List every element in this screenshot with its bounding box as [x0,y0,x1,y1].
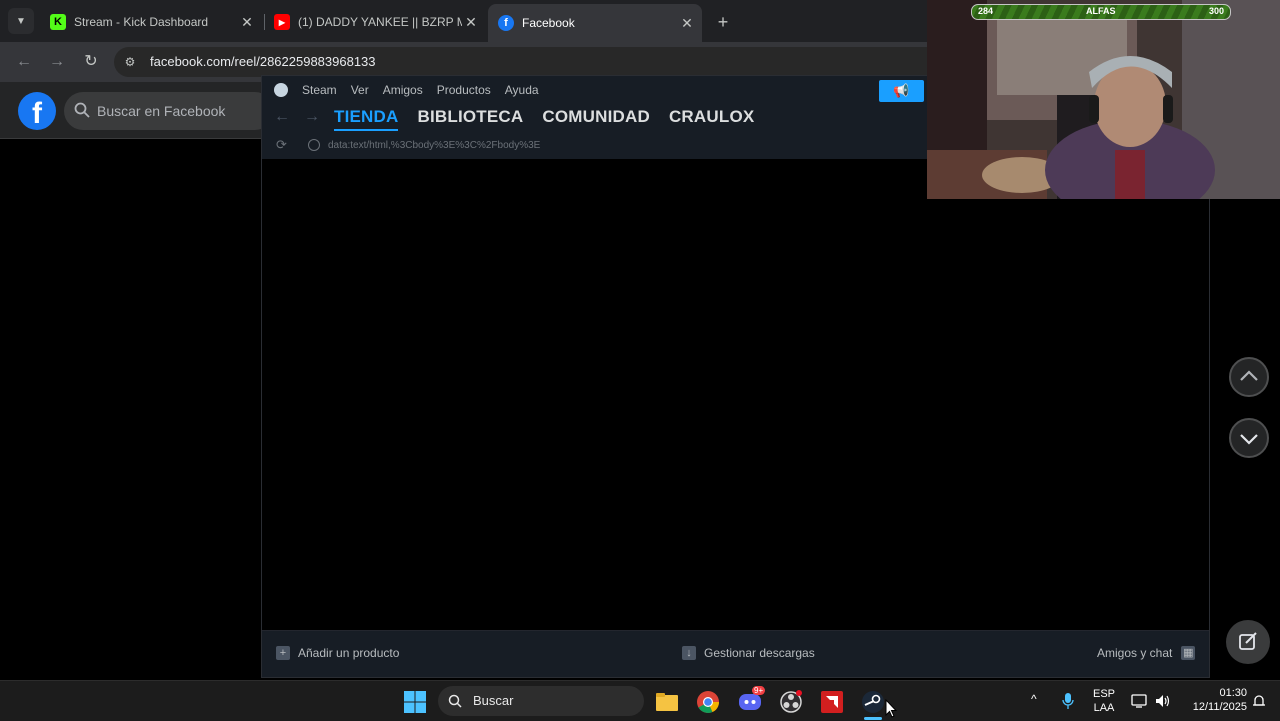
obs-icon[interactable] [779,690,803,714]
close-tab-icon[interactable]: ✕ [678,15,696,32]
network-icon[interactable] [1131,693,1147,709]
tab-tienda[interactable]: TIENDA [334,107,399,131]
webcam-feed-image [927,0,1280,199]
chrome-icon[interactable] [696,690,720,714]
facebook-logo-icon[interactable]: f [18,92,56,130]
bar-label: ALFAS [1086,6,1116,16]
youtube-icon: ▶ [274,14,290,30]
menu-ayuda[interactable]: Ayuda [505,83,539,97]
plus-icon: + [276,646,290,660]
taskbar-search[interactable]: Buscar [438,686,644,716]
tab-label: Facebook [522,16,575,30]
menu-ver[interactable]: Ver [351,83,369,97]
next-reel-button[interactable] [1229,418,1269,458]
friends-chat-button[interactable]: Amigos y chat ▦ [1097,646,1196,660]
site-settings-icon[interactable]: ⚙ [122,54,138,70]
menu-steam[interactable]: Steam [302,83,337,97]
windows-start-icon[interactable] [403,690,427,714]
announcement-button[interactable]: 📢 [879,80,924,102]
keyboard-layout: LAA [1093,702,1115,714]
steam-menu-bar: Steam Ver Amigos Productos Ayuda [274,83,553,97]
friends-chat-label: Amigos y chat [1097,646,1173,660]
search-placeholder: Buscar en Facebook [97,103,226,119]
address-url[interactable]: facebook.com/reel/2862259883968133 [150,54,376,69]
megaphone-icon: 📢 [893,83,910,98]
kick-icon: K [50,14,66,30]
menu-amigos[interactable]: Amigos [383,83,423,97]
steam-logo-icon [274,83,288,97]
language-indicator[interactable]: ESP LAA [1090,688,1118,714]
tab-profile[interactable]: CRAULOX [669,107,754,127]
notifications-icon[interactable] [1251,693,1267,709]
steam-forward-icon[interactable]: → [304,108,326,126]
steam-back-icon[interactable]: ← [274,108,296,126]
bar-right-value: 300 [1208,6,1224,16]
reload-icon[interactable]: ↻ [81,52,101,72]
file-explorer-icon[interactable] [655,690,679,714]
bar-left-value: 284 [978,6,994,16]
clock-time: 01:30 [1219,687,1247,699]
tab-youtube[interactable]: ▶ (1) DADDY YANKEE || BZRP Music Session… [264,6,486,38]
language-code: ESP [1092,688,1115,700]
taskbar-search-label: Buscar [473,693,514,708]
search-icon [448,694,462,708]
steam-url-row: ⟳ data:text/html,%3Cbody%3E%3C%2Fbody%3E [276,137,540,153]
clock-date: 12/11/2025 [1192,701,1247,713]
mouse-cursor-icon [885,699,897,718]
steam-address[interactable]: data:text/html,%3Cbody%3E%3C%2Fbody%3E [328,140,540,151]
chevron-up-icon [1240,370,1258,381]
steam-nav: ← → TIENDA BIBLIOTECA COMUNIDAD CRAULOX [274,107,773,131]
tab-facebook[interactable]: f Facebook ✕ [488,4,702,42]
facebook-icon: f [498,15,514,31]
forward-icon[interactable]: → [47,52,67,72]
edit-icon [1239,632,1257,650]
clock[interactable]: 01:30 12/11/2025 [1183,687,1247,713]
close-tab-icon[interactable]: ✕ [238,14,256,31]
menu-productos[interactable]: Productos [437,83,491,97]
tab-label: (1) DADDY YANKEE || BZRP Music Sessions … [298,15,462,29]
webcam-overlay: 284 ALFAS 300 [927,0,1280,199]
tray-overflow-icon[interactable]: ^ [1031,692,1037,706]
add-product-button[interactable]: + Añadir un producto [276,646,399,660]
volume-icon[interactable] [1154,693,1170,709]
manage-downloads-label: Gestionar descargas [704,646,815,660]
microphone-icon[interactable] [1062,692,1074,710]
friends-icon: ▦ [1181,646,1196,660]
manage-downloads-button[interactable]: ↓ Gestionar descargas [682,646,815,660]
search-icon [74,102,90,118]
steam-icon[interactable] [861,690,885,714]
tab-label: Stream - Kick Dashboard [74,15,209,29]
steam-footer: + Añadir un producto ↓ Gestionar descarg… [262,630,1209,677]
tab-kick-dashboard[interactable]: K Stream - Kick Dashboard ✕ [40,6,262,38]
new-tab-icon[interactable]: + [712,11,734,33]
amd-software-icon[interactable] [820,690,844,714]
download-icon: ↓ [682,646,696,660]
overlay-progress-bar: 284 ALFAS 300 [971,4,1231,20]
back-icon[interactable]: ← [14,52,34,72]
facebook-search-input[interactable]: Buscar en Facebook [64,92,274,130]
tab-biblioteca[interactable]: BIBLIOTECA [417,107,523,127]
compose-button[interactable] [1226,620,1270,664]
close-tab-icon[interactable]: ✕ [462,14,480,31]
tab-comunidad[interactable]: COMUNIDAD [542,107,650,127]
tab-search-dropdown-icon[interactable]: ▼ [8,8,34,34]
chevron-down-icon [1240,434,1258,445]
globe-icon [308,139,320,151]
discord-badge: 9+ [752,686,766,695]
steam-reload-icon[interactable]: ⟳ [276,137,292,153]
previous-reel-button[interactable] [1229,357,1269,397]
windows-taskbar: Buscar 9+ ^ ESP LAA 01:30 12/11/2025 [0,680,1280,721]
add-product-label: Añadir un producto [298,646,400,660]
